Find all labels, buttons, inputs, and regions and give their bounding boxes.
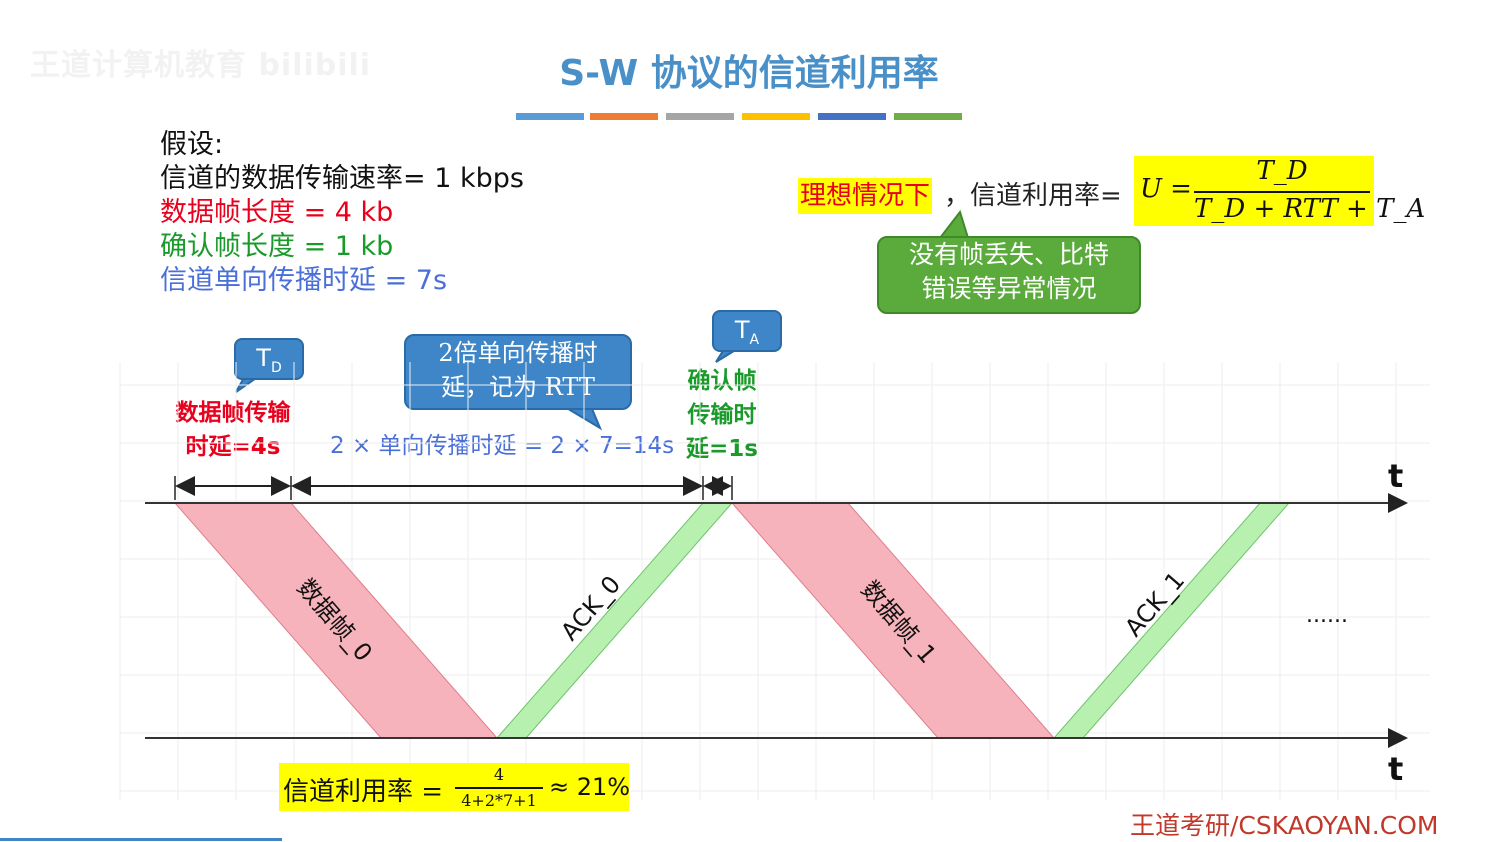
ack-1-band xyxy=(1052,502,1291,739)
utilization-result: 信道利用率 = 4 4+2*7+1 ≈ 21% xyxy=(279,763,631,811)
time-axis-label-bottom: t xyxy=(1388,750,1403,788)
time-axis-label-top: t xyxy=(1388,457,1403,495)
utilization-value: ≈ 21% xyxy=(549,773,631,801)
utilization-fraction-line xyxy=(455,787,543,789)
ack-0-band xyxy=(495,502,734,739)
timing-diagram: t t 数据帧_0 ACK_0 数据帧_1 ACK_1 ...... xyxy=(119,362,1430,800)
progress-line xyxy=(0,838,282,841)
utilization-text: 信道利用率 = xyxy=(283,777,444,807)
utilization-numerator: 4 xyxy=(493,765,505,784)
ellipsis: ...... xyxy=(1306,603,1348,628)
utilization-denominator: 4+2*7+1 xyxy=(461,791,537,810)
footer-brand: 王道考研/CSKAOYAN.COM xyxy=(1130,811,1439,840)
